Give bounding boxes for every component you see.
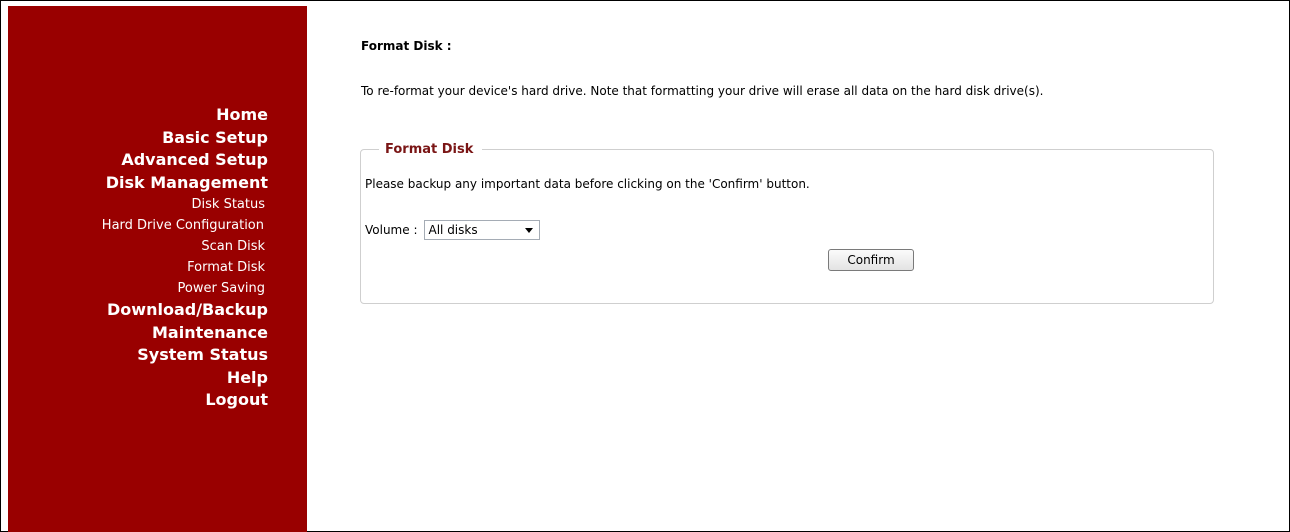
fieldset-legend: Format Disk bbox=[379, 141, 483, 158]
sidebar-item-system-status[interactable]: System Status bbox=[8, 344, 268, 367]
sidebar-subitem-power-saving[interactable]: Power Saving bbox=[8, 278, 268, 299]
confirm-button[interactable]: Confirm bbox=[828, 249, 914, 271]
sidebar-subitem-scan-disk[interactable]: Scan Disk bbox=[8, 236, 268, 257]
main-content: Format Disk : To re-format your device's… bbox=[360, 38, 1221, 304]
volume-row: Volume : All disks bbox=[365, 220, 540, 240]
sidebar-item-home[interactable]: Home bbox=[8, 104, 268, 127]
sidebar-item-disk-management[interactable]: Disk Management bbox=[8, 172, 268, 195]
volume-select-value: All disks bbox=[428, 223, 478, 237]
volume-label: Volume : bbox=[365, 223, 418, 237]
sidebar-subitem-hard-drive-configuration[interactable]: Hard Drive Configuration bbox=[8, 215, 268, 236]
sidebar-subitem-disk-status[interactable]: Disk Status bbox=[8, 194, 268, 215]
page-title: Format Disk : bbox=[361, 39, 452, 53]
sidebar-nav: Home Basic Setup Advanced Setup Disk Man… bbox=[8, 6, 307, 532]
chevron-down-icon bbox=[524, 228, 533, 233]
page-frame: Home Basic Setup Advanced Setup Disk Man… bbox=[0, 0, 1290, 532]
backup-warning-text: Please backup any important data before … bbox=[365, 177, 810, 191]
sidebar-item-help[interactable]: Help bbox=[8, 367, 268, 390]
sidebar-item-maintenance[interactable]: Maintenance bbox=[8, 322, 268, 345]
format-disk-fieldset: Format Disk Please backup any important … bbox=[360, 141, 1214, 304]
volume-select[interactable]: All disks bbox=[423, 220, 540, 240]
sidebar-item-download-backup[interactable]: Download/Backup bbox=[8, 299, 268, 322]
page-description: To re-format your device's hard drive. N… bbox=[361, 84, 1044, 98]
sidebar-item-logout[interactable]: Logout bbox=[8, 389, 268, 412]
sidebar-item-basic-setup[interactable]: Basic Setup bbox=[8, 127, 268, 150]
sidebar-item-advanced-setup[interactable]: Advanced Setup bbox=[8, 149, 268, 172]
sidebar-subitem-format-disk[interactable]: Format Disk bbox=[8, 257, 268, 278]
